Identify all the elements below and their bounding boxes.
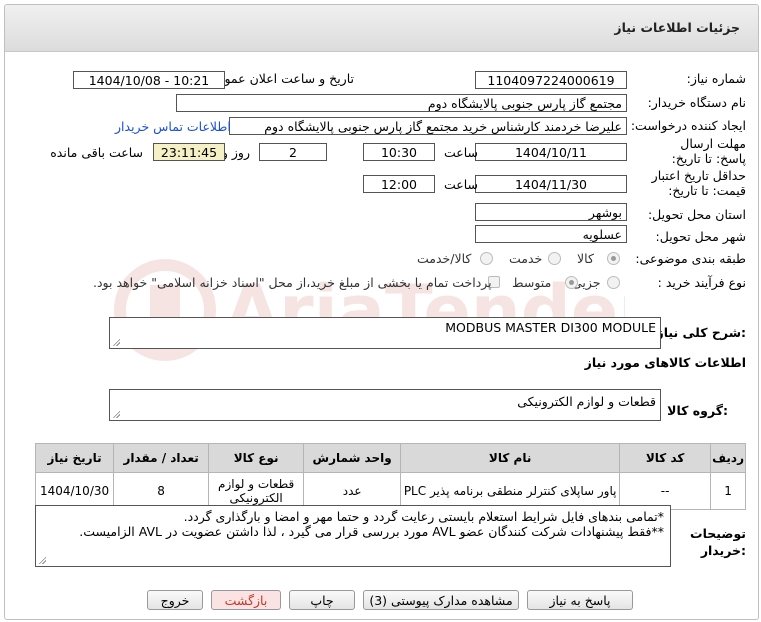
cell-row-num: 1 (710, 472, 746, 510)
category-service-label: خدمت (509, 251, 543, 266)
col-header-type: نوع کالا (208, 443, 305, 473)
requester-field: علیرضا خردمند کارشناس خرید مجتمع گاز پار… (229, 117, 627, 135)
buyer-org-label: نام دستگاه خریدار: (647, 95, 746, 110)
cell-unit: عدد (303, 472, 402, 510)
table-header-row: ردیف کد کالا نام کالا واحد شمارش نوع کال… (34, 443, 746, 473)
buyer-org-field: مجتمع گاز پارس جنوبی پالایشگاه دوم (176, 94, 627, 112)
city-label: شهر محل تحویل: (655, 229, 746, 244)
summary-label: شرح کلی نیاز: (656, 325, 747, 340)
validity-label: حداقل تاریخ اعتبار قیمت: تا تاریخ: (651, 168, 746, 198)
panel-header: جزئیات اطلاعات نیاز (5, 5, 758, 52)
cell-code: -- (619, 472, 712, 510)
need-number-field: 1104097224000619 (475, 71, 627, 89)
col-header-unit: واحد شمارش (303, 443, 402, 473)
deadline-date-field: 1404/10/11 (475, 143, 627, 161)
notes-textarea[interactable]: *تمامی بندهای فایل شرایط استعلام بایستی … (35, 505, 671, 567)
summary-text: MODBUS MASTER DI300 MODULE (445, 320, 656, 335)
col-header-date: تاریخ نیاز (34, 443, 115, 473)
days-label: روز و (221, 145, 250, 160)
cell-name: پاور ساپلای کنترلر منطقی برنامه پذیر PLC (400, 472, 621, 510)
goods-group-textarea[interactable]: قطعات و لوازم الکترونیکی (109, 389, 661, 421)
notes-label: توضیحات خریدار: (690, 526, 746, 558)
col-header-code: کد کالا (619, 443, 712, 473)
category-radio-both[interactable] (480, 252, 493, 265)
validity-time-field: 12:00 (363, 175, 435, 193)
days-field: 2 (259, 143, 327, 161)
cell-type: قطعات و لوازم الکترونیکی (208, 472, 305, 510)
buyer-contact-link[interactable]: اطلاعات تماس خریدار (115, 119, 231, 134)
col-header-qty: تعداد / مقدار (113, 443, 210, 473)
deadline-time-field: 10:30 (363, 143, 435, 161)
table-row: 1 -- پاور ساپلای کنترلر منطقی برنامه پذی… (34, 472, 746, 510)
resize-grip-icon[interactable] (38, 556, 46, 564)
notes-line-1: *تمامی بندهای فایل شرایط استعلام بایستی … (183, 509, 664, 524)
notes-line-2: **فقط پیشنهادات شرکت کنندگان عضو AVL مور… (79, 524, 664, 539)
process-medium-label: متوسط (512, 275, 552, 290)
category-goods-label: کالا (577, 251, 594, 266)
validity-date-field: 1404/11/30 (475, 175, 627, 193)
exit-button[interactable]: خروج (147, 590, 203, 610)
validity-time-label: ساعت (443, 177, 478, 192)
resize-grip-icon[interactable] (112, 410, 120, 418)
category-both-label: کالا/خدمت (417, 251, 472, 266)
summary-textarea[interactable]: MODBUS MASTER DI300 MODULE (109, 317, 661, 349)
cell-date: 1404/10/30 (34, 472, 115, 510)
need-number-label: شماره نیاز: (686, 71, 746, 86)
province-label: استان محل تحویل: (647, 207, 746, 222)
view-documents-button[interactable]: مشاهده مدارک پیوستی (3) (363, 590, 519, 610)
process-radio-medium[interactable] (565, 276, 578, 289)
remaining-label: ساعت باقی مانده (50, 145, 143, 160)
panel-title: جزئیات اطلاعات نیاز (614, 20, 740, 35)
print-button[interactable]: چاپ (289, 590, 355, 610)
announce-label: تاریخ و ساعت اعلان عمومی: (203, 71, 354, 86)
treasury-note: پرداخت تمام یا بخشی از مبلغ خرید،از محل … (93, 275, 492, 290)
back-button[interactable]: بازگشت (211, 590, 281, 610)
goods-group-label: گروه کالا: (667, 403, 728, 418)
col-header-row-num: ردیف (710, 443, 746, 473)
province-field: بوشهر (475, 203, 627, 221)
category-label: طبقه بندی موضوعی: (635, 251, 746, 266)
reply-button[interactable]: پاسخ به نیاز (527, 590, 633, 610)
col-header-name: نام کالا (400, 443, 621, 473)
cell-qty: 8 (113, 472, 210, 510)
category-radio-service[interactable] (548, 252, 561, 265)
deadline-label: مهلت ارسال پاسخ: تا تاریخ: (671, 136, 746, 166)
announce-field: 1404/10/08 - 10:21 (73, 71, 225, 89)
process-label: نوع فرآیند خرید : (657, 275, 746, 290)
goods-section-title: اطلاعات کالاهای مورد نیاز (584, 355, 746, 370)
deadline-time-label: ساعت (443, 145, 478, 160)
goods-group-text: قطعات و لوازم الکترونیکی (517, 394, 656, 409)
resize-grip-icon[interactable] (112, 338, 120, 346)
category-radio-goods[interactable] (607, 252, 620, 265)
goods-table: ردیف کد کالا نام کالا واحد شمارش نوع کال… (34, 443, 746, 510)
remaining-time-field: 23:11:45 (153, 143, 225, 161)
need-details-panel: جزئیات اطلاعات نیاز AriaTender.net شماره… (4, 4, 759, 620)
process-radio-minor[interactable] (607, 276, 620, 289)
city-field: عسلویه (475, 225, 627, 243)
requester-label: ایجاد کننده درخواست: (630, 118, 746, 133)
